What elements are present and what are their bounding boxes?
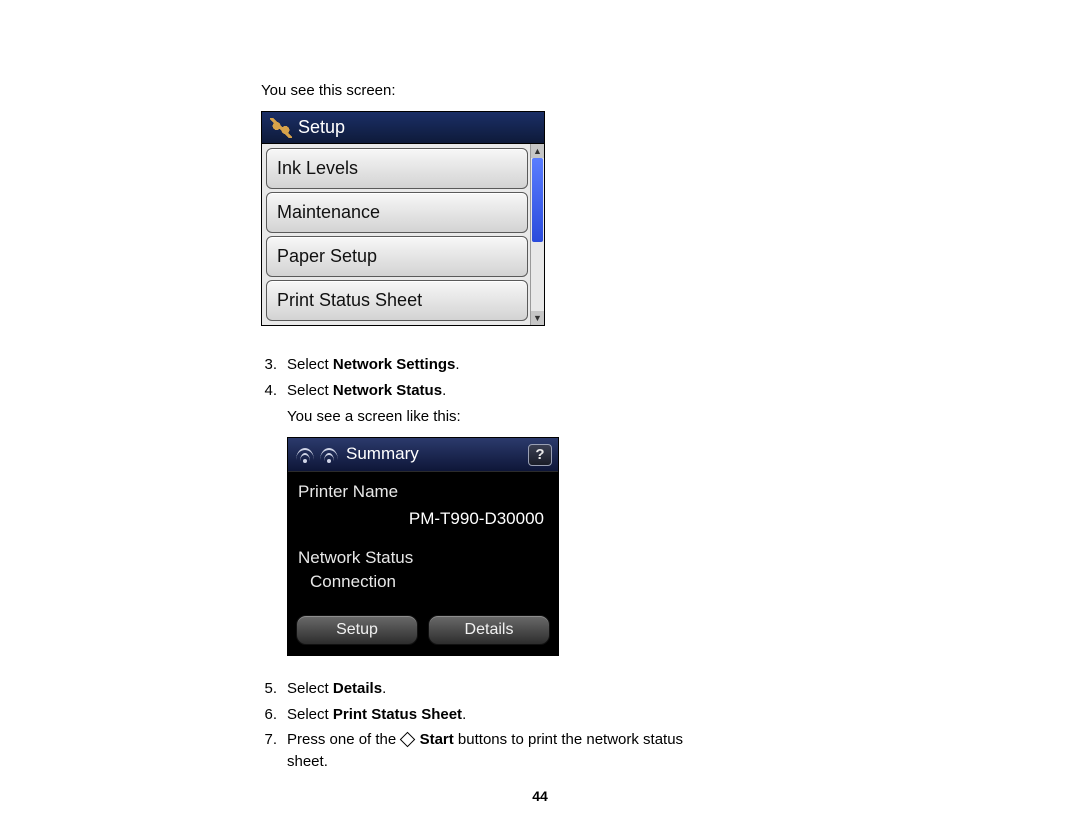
- button-label: Setup: [336, 618, 378, 641]
- scroll-down-icon[interactable]: ▼: [531, 311, 544, 325]
- step-number: 4.: [261, 380, 287, 674]
- scroll-up-icon[interactable]: ▲: [531, 144, 544, 158]
- page-number: 44: [0, 788, 1080, 804]
- tools-icon: [270, 118, 292, 138]
- menu-item-label: Paper Setup: [277, 246, 377, 267]
- step-6: 6. Select Print Status Sheet.: [261, 704, 700, 726]
- menu-item-label: Ink Levels: [277, 158, 358, 179]
- summary-screenshot: Summary ? Printer Name PM-T990-D30000 Ne…: [287, 437, 559, 656]
- step-7: 7. Press one of the Start buttons to pri…: [261, 729, 700, 773]
- scroll-track[interactable]: [531, 158, 544, 311]
- printer-name-label: Printer Name: [298, 480, 548, 505]
- scroll-thumb[interactable]: [532, 158, 543, 242]
- step-bold: Network Status: [333, 382, 442, 399]
- help-icon[interactable]: ?: [528, 444, 552, 466]
- printer-name-value: PM-T990-D30000: [298, 507, 548, 532]
- details-button[interactable]: Details: [428, 615, 550, 645]
- setup-button[interactable]: Setup: [296, 615, 418, 645]
- menu-item-label: Maintenance: [277, 202, 380, 223]
- step-text: .: [462, 706, 466, 723]
- summary-header: Summary ?: [288, 438, 558, 472]
- manual-page: You see this screen: Setup Ink Levels Ma…: [0, 0, 700, 773]
- wifi-direct-icon: [318, 446, 340, 464]
- step-4: 4. Select Network Status. You see a scre…: [261, 380, 700, 674]
- menu-item-paper-setup[interactable]: Paper Setup: [266, 236, 528, 277]
- menu-item-print-status-sheet[interactable]: Print Status Sheet: [266, 280, 528, 321]
- wifi-icon: [294, 446, 316, 464]
- step-3: 3. Select Network Settings.: [261, 354, 700, 376]
- connection-label: Connection: [298, 570, 548, 595]
- setup-screenshot-header: Setup: [262, 112, 544, 144]
- intro-text: You see this screen:: [261, 82, 700, 99]
- step-text: Select: [287, 356, 333, 373]
- step-text: .: [455, 356, 459, 373]
- step-text: .: [382, 680, 386, 697]
- step-bold: Print Status Sheet: [333, 706, 462, 723]
- diamond-icon: [400, 732, 416, 748]
- setup-screenshot: Setup Ink Levels Maintenance Paper Setup…: [261, 111, 545, 326]
- step-text: Select: [287, 706, 333, 723]
- summary-title: Summary: [346, 442, 419, 467]
- step-bold: Network Settings: [333, 356, 456, 373]
- scrollbar[interactable]: ▲ ▼: [530, 144, 544, 325]
- step-text: Select: [287, 382, 333, 399]
- instruction-steps-a: 3. Select Network Settings. 4. Select Ne…: [261, 354, 700, 773]
- step-number: 3.: [261, 354, 287, 376]
- step-text: Press one of the: [287, 731, 400, 748]
- menu-item-ink-levels[interactable]: Ink Levels: [266, 148, 528, 189]
- step-text: .: [442, 382, 446, 399]
- step-text: Select: [287, 680, 333, 697]
- step-followup: You see a screen like this:: [287, 408, 461, 425]
- menu-item-maintenance[interactable]: Maintenance: [266, 192, 528, 233]
- button-label: Details: [465, 618, 514, 641]
- step-bold: Start: [420, 731, 454, 748]
- step-number: 7.: [261, 729, 287, 773]
- setup-title: Setup: [298, 117, 345, 138]
- step-5: 5. Select Details.: [261, 678, 700, 700]
- step-number: 6.: [261, 704, 287, 726]
- menu-item-label: Print Status Sheet: [277, 290, 422, 311]
- network-status-label: Network Status: [298, 546, 548, 571]
- setup-menu-list: Ink Levels Maintenance Paper Setup Print…: [262, 144, 530, 325]
- step-bold: Details: [333, 680, 382, 697]
- step-number: 5.: [261, 678, 287, 700]
